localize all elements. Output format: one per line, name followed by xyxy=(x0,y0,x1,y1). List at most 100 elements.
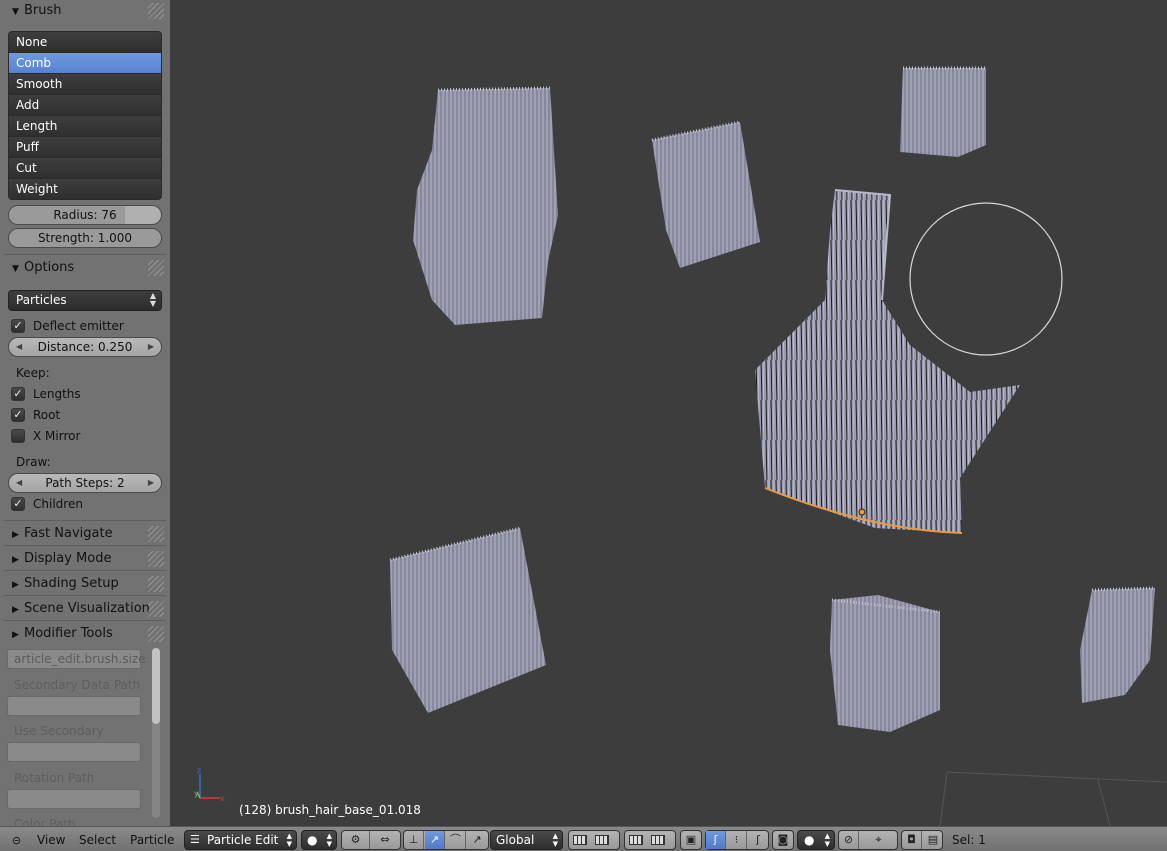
layers-group-1[interactable] xyxy=(568,830,620,850)
pivot-point-icon[interactable]: ⚙ xyxy=(342,831,370,849)
selected-root-point[interactable] xyxy=(858,508,866,516)
radius-slider-label: Radius: 76 xyxy=(53,208,117,222)
drag-grip-icon[interactable] xyxy=(148,576,164,592)
translate-icon[interactable]: ↗ xyxy=(425,831,445,849)
path-select-mode-icon[interactable]: ʃ xyxy=(706,831,726,849)
hair-clump-top-left[interactable] xyxy=(413,86,558,325)
brush-item-puff[interactable]: Puff xyxy=(9,137,161,157)
brush-item-smooth[interactable]: Smooth xyxy=(9,74,161,94)
brush-item-weight[interactable]: Weight xyxy=(9,179,161,199)
scene-visualization-panel-header[interactable]: ▶ Scene Visualization xyxy=(4,598,166,620)
drag-grip-icon[interactable] xyxy=(148,3,164,19)
drag-grip-icon[interactable] xyxy=(148,601,164,617)
options-panel-title: Options xyxy=(24,260,75,275)
hair-clump-bottom-left[interactable] xyxy=(389,526,546,713)
point-select-mode-icon[interactable]: ⁝ xyxy=(727,831,747,849)
drag-grip-icon[interactable] xyxy=(148,551,164,567)
checkmark-icon: ✓ xyxy=(11,408,25,422)
distance-field[interactable]: ◀ Distance: 0.250 ▶ xyxy=(8,337,162,357)
shading-setup-panel-header[interactable]: ▶ Shading Setup xyxy=(4,573,166,595)
empty-checkbox-icon xyxy=(11,429,25,443)
particle-menu[interactable]: Particle xyxy=(130,827,174,851)
view-menu[interactable]: View xyxy=(37,827,65,851)
layers-group-2[interactable] xyxy=(624,830,676,850)
use-secondary-field[interactable] xyxy=(7,742,141,762)
decrement-arrow-icon[interactable]: ◀ xyxy=(16,474,22,492)
strength-slider[interactable]: Strength: 1.000 xyxy=(8,228,162,248)
proportional-edit-select[interactable]: ● ▲ ▼ xyxy=(797,830,835,850)
solid-shading-icon: ● xyxy=(307,833,318,847)
select-menu[interactable]: Select xyxy=(79,827,116,851)
editor-type-icon[interactable]: ⊝ xyxy=(12,827,21,851)
updown-arrows-icon: ▲ ▼ xyxy=(824,832,830,848)
path-steps-field[interactable]: ◀ Path Steps: 2 ▶ xyxy=(8,473,162,493)
snap-element-icon[interactable]: ⌖ xyxy=(860,831,897,849)
brush-item-cut[interactable]: Cut xyxy=(9,158,161,178)
scale-icon[interactable]: ↗ xyxy=(467,831,487,849)
updown-arrows-icon: ▲ ▼ xyxy=(286,832,292,848)
brush-panel-title: Brush xyxy=(24,3,62,18)
shelf-scrollbar-thumb[interactable] xyxy=(152,648,160,724)
scene-visualization-title: Scene Visualization xyxy=(24,601,150,616)
hair-clump-selected[interactable] xyxy=(755,189,1020,534)
modifier-tools-panel-header[interactable]: ▶ Modifier Tools xyxy=(4,623,166,645)
brush-panel-header[interactable]: ▼ Brush xyxy=(4,0,166,22)
secondary-data-path-label: Secondary Data Path xyxy=(14,678,141,692)
fast-navigate-panel-header[interactable]: ▶ Fast Navigate xyxy=(4,523,166,545)
mode-select[interactable]: ☰ Particle Edit ▲ ▼ xyxy=(184,830,297,850)
drag-grip-icon[interactable] xyxy=(148,626,164,642)
axis-gizmo: z y x xyxy=(194,766,225,803)
panel-divider xyxy=(4,254,166,255)
use-secondary-label: Use Secondary xyxy=(14,724,104,738)
distance-field-label: Distance: 0.250 xyxy=(37,340,133,354)
brush-item-none[interactable]: None xyxy=(9,32,161,52)
render-animation-icon[interactable]: ▤ xyxy=(923,831,943,849)
blender-window: ▼ Brush None Comb Smooth Add Length Puff … xyxy=(0,0,1167,851)
panel-divider xyxy=(4,570,166,571)
manipulator-toggle-icon[interactable]: ⇔ xyxy=(370,831,400,849)
select-mode-group: ʃ ⁝ ʃ xyxy=(705,830,769,850)
render-still-icon[interactable]: ◘ xyxy=(902,831,922,849)
brush-item-add[interactable]: Add xyxy=(9,95,161,115)
hair-clump-top-center[interactable] xyxy=(651,120,760,268)
limit-selection-button[interactable]: ◙ xyxy=(772,830,794,850)
collapsed-triangle-icon: ▶ xyxy=(12,580,19,590)
snap-magnet-icon[interactable]: ⊘ xyxy=(839,831,859,849)
hair-clump-top-right[interactable] xyxy=(900,66,986,157)
shading-setup-title: Shading Setup xyxy=(24,576,119,591)
viewport-shading-select[interactable]: ● ▲ ▼ xyxy=(301,830,337,850)
increment-arrow-icon[interactable]: ▶ xyxy=(148,338,154,356)
brush-item-comb[interactable]: Comb xyxy=(9,53,161,73)
drag-grip-icon[interactable] xyxy=(148,260,164,276)
secondary-data-path-field[interactable] xyxy=(7,696,141,716)
layer-grid-icon xyxy=(650,835,665,845)
edit-mode-select[interactable]: Particles ▲ ▼ xyxy=(8,290,162,311)
drag-grip-icon[interactable] xyxy=(148,526,164,542)
radius-slider[interactable]: Radius: 76 xyxy=(8,205,162,225)
orientation-select[interactable]: Global ▲ ▼ xyxy=(490,830,563,850)
panel-divider xyxy=(4,545,166,546)
mode-select-value: Particle Edit xyxy=(207,833,279,847)
layer-grid-icon xyxy=(573,835,587,845)
proportional-off-icon: ● xyxy=(804,833,815,847)
render-group: ◘ ▤ xyxy=(901,830,943,850)
brush-item-length[interactable]: Length xyxy=(9,116,161,136)
hair-clump-bottom-center[interactable] xyxy=(830,595,941,732)
rotation-path-field[interactable] xyxy=(7,789,141,809)
3d-viewport[interactable]: z y x (128) brush_hair_base_01.018 xyxy=(170,0,1167,826)
data-path-field[interactable]: article_edit.brush.size xyxy=(7,649,146,669)
keep-label: Keep: xyxy=(16,366,50,380)
shelf-scrollbar[interactable] xyxy=(152,648,160,818)
transform-gizmo-icon[interactable]: ⊥ xyxy=(404,831,424,849)
options-panel-header[interactable]: ▼ Options xyxy=(4,257,166,279)
decrement-arrow-icon[interactable]: ◀ xyxy=(16,338,22,356)
display-mode-panel-header[interactable]: ▶ Display Mode xyxy=(4,548,166,570)
tip-select-mode-icon[interactable]: ʃ xyxy=(748,831,768,849)
selection-count: Sel: 1 xyxy=(952,833,986,847)
lock-layer-button[interactable]: ▣ xyxy=(680,830,702,850)
increment-arrow-icon[interactable]: ▶ xyxy=(148,474,154,492)
hair-clump-bottom-right[interactable] xyxy=(1080,586,1156,703)
panel-divider xyxy=(4,620,166,621)
rotate-icon[interactable]: ⌒ xyxy=(446,831,466,849)
layer-lock-icon: ▣ xyxy=(685,833,697,846)
